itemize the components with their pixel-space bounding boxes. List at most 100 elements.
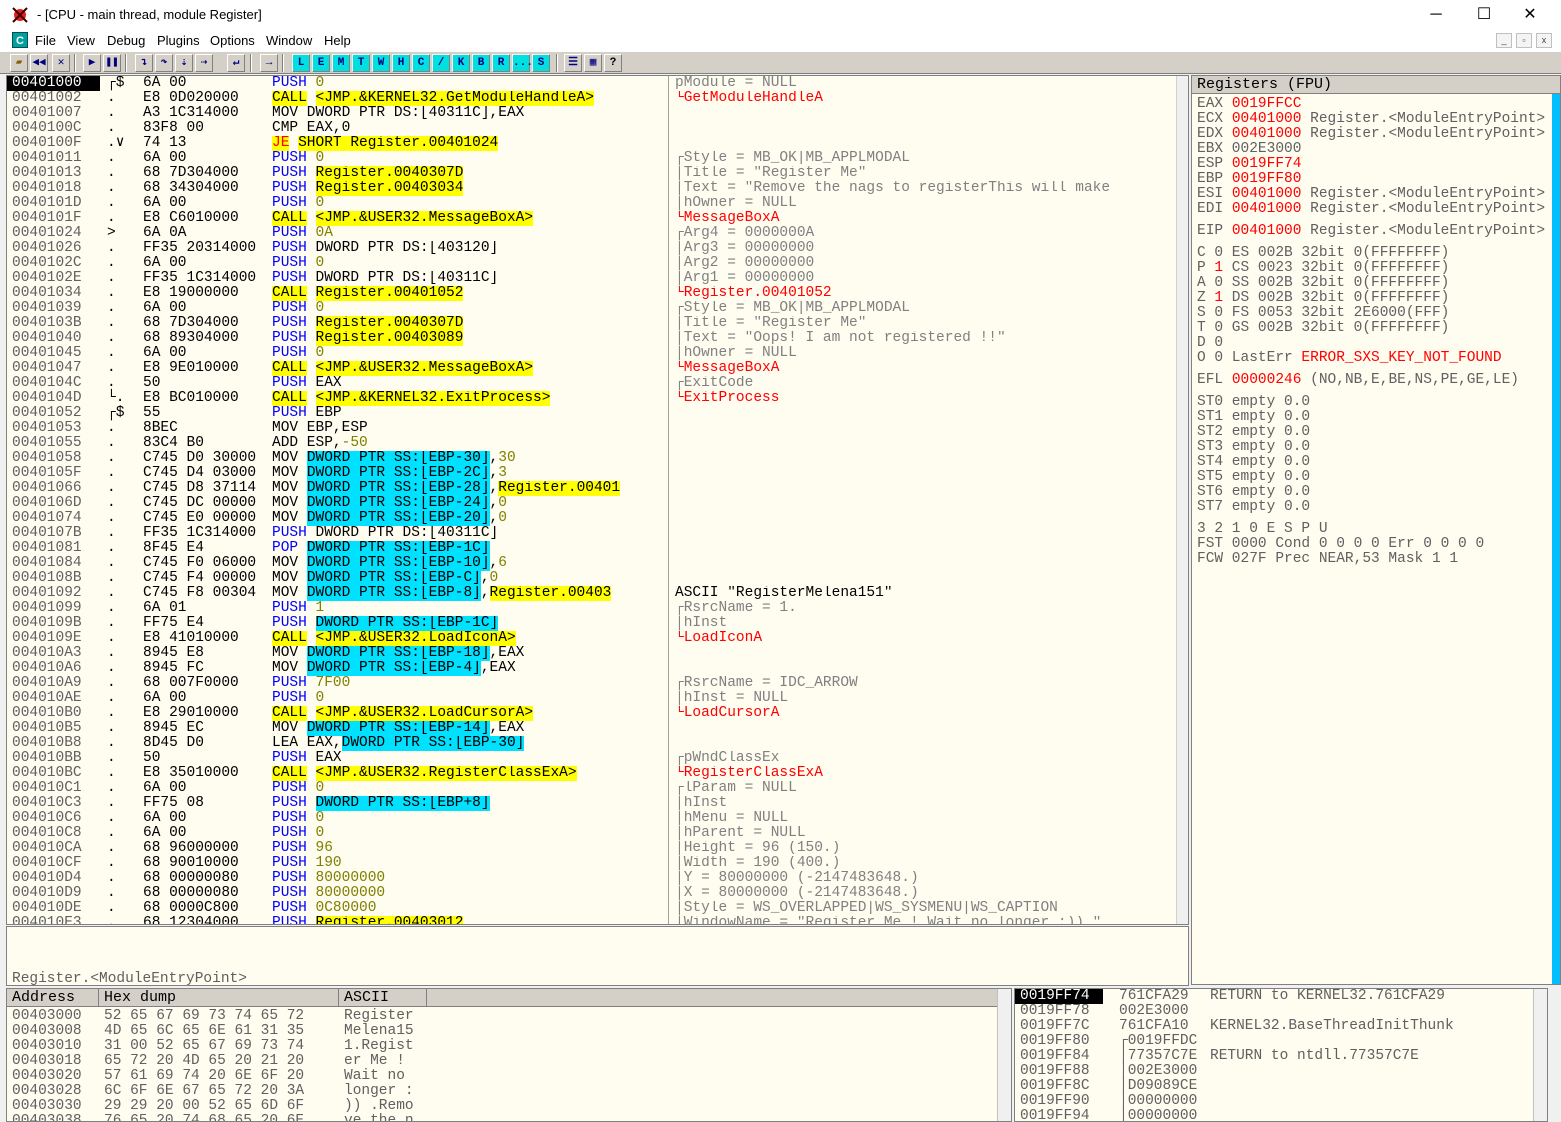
register-line[interactable]: ST1 empty 0.0 — [1197, 410, 1310, 425]
close-debuggee-icon[interactable]: ✕ — [52, 54, 70, 72]
register-line[interactable]: S 0 FS 0053 32bit 2E6000(FFF) — [1197, 306, 1449, 321]
patches-button[interactable]: / — [432, 54, 450, 72]
disasm-row[interactable]: 004010CF. 68 90010000 PUSH 190 │Width = 190… — [7, 856, 1177, 871]
run-trace-button[interactable]: ... — [512, 54, 533, 72]
disasm-row[interactable]: 0040101F. E8 C6010000 CALL <JMP.&USER32.Me… — [7, 211, 1177, 226]
stack-scrollbar[interactable] — [1533, 989, 1547, 1121]
disasm-row[interactable]: 00401039. 6A 00 PUSH 0 ┌Style = MB_OK|MB_AP… — [7, 301, 1177, 316]
disasm-row[interactable]: 004010A3. 8945 E8 MOV DWORD PTR SS:[EBP-18… — [7, 646, 1177, 661]
threads-button[interactable]: T — [352, 54, 370, 72]
disasm-row[interactable]: 0040100C. 83F8 00 CMP EAX,0 — [7, 121, 1177, 136]
step-into-icon[interactable]: ↴ — [135, 54, 153, 72]
register-line[interactable]: T 0 GS 002B 32bit 0(FFFFFFFF) — [1197, 321, 1449, 336]
stack-row[interactable]: 0019FF8C │D09089CE — [1015, 1079, 1545, 1094]
disasm-row[interactable]: 0040105F. C745 D4 03000 MOV DWORD PTR SS:[… — [7, 466, 1177, 481]
maximize-button[interactable]: ☐ — [1461, 2, 1507, 28]
disasm-row[interactable]: 004010D9. 68 00000080 PUSH 80000000 │X = 80… — [7, 886, 1177, 901]
disasm-row[interactable]: 00401007. A3 1C314000 MOV DWORD PTR DS:[40… — [7, 106, 1177, 121]
disasm-row[interactable]: 004010AE. 6A 00 PUSH 0 │hInst = NULL — [7, 691, 1177, 706]
stack-row[interactable]: 0019FF94 │00000000 — [1015, 1109, 1545, 1122]
dump-header-hex[interactable]: Hex dump — [99, 989, 339, 1007]
disasm-row[interactable]: 00401058. C745 D0 30000 MOV DWORD PTR SS:[… — [7, 451, 1177, 466]
disasm-row[interactable]: 004010B5. 8945 EC MOV DWORD PTR SS:[EBP-14… — [7, 721, 1177, 736]
register-line[interactable]: D 0 — [1197, 336, 1223, 351]
disasm-row[interactable]: 00401018. 68 34304000 PUSH Register.004030… — [7, 181, 1177, 196]
open-icon[interactable]: ▰ — [10, 54, 28, 72]
disasm-row[interactable]: 00401024 >6A 0A PUSH 0A ┌Arg4 = 0000000A — [7, 226, 1177, 241]
disasm-row[interactable]: 00401092. C745 F8 00304 MOV DWORD PTR SS:[… — [7, 586, 1177, 601]
menu-file[interactable]: File — [35, 33, 56, 48]
disasm-row[interactable]: 00401040. 68 89304000 PUSH Register.004030… — [7, 331, 1177, 346]
register-line[interactable]: 3 2 1 0 E S P U — [1197, 522, 1328, 537]
register-line[interactable]: EBX 002E3000 — [1197, 142, 1301, 157]
register-line[interactable]: ST7 empty 0.0 — [1197, 500, 1310, 515]
trace-over-icon[interactable]: ⇢ — [195, 54, 213, 72]
disasm-row[interactable]: 00401066. C745 D8 37114 MOV DWORD PTR SS:[… — [7, 481, 1177, 496]
disasm-row[interactable]: 0040102C. 6A 00 PUSH 0 │Arg2 = 00000000 — [7, 256, 1177, 271]
handles-button[interactable]: H — [392, 54, 410, 72]
disasm-row[interactable]: 004010BB. 50 PUSH EAX ┌pWndClassEx — [7, 751, 1177, 766]
register-line[interactable]: EBP 0019FF80 — [1197, 172, 1301, 187]
menu-view[interactable]: View — [67, 33, 95, 48]
dump-scrollbar[interactable] — [997, 989, 1011, 1121]
register-line[interactable]: EDI 00401000 Register.<ModuleEntryPoint> — [1197, 202, 1545, 217]
registers-pane[interactable]: Registers (FPU) EAX 0019FFCC ECX 00401000… — [1191, 75, 1561, 985]
stack-row[interactable]: 0019FF84 │77357C7E RETURN to ntdll.77357C7… — [1015, 1049, 1545, 1064]
mdi-close-button[interactable]: x — [1536, 33, 1552, 48]
disasm-row[interactable]: 004010C3. FF75 08 PUSH DWORD PTR SS:[EBP+8… — [7, 796, 1177, 811]
go-to-icon[interactable]: → — [260, 54, 278, 72]
disasm-row[interactable]: 004010DE. 68 0000C800 PUSH 0C80000 │Style =… — [7, 901, 1177, 916]
registers-scrollbar[interactable] — [1552, 94, 1560, 984]
source-button[interactable]: S — [532, 54, 550, 72]
register-line[interactable]: EFL 00000246 (NO,NB,E,BE,NS,PE,GE,LE) — [1197, 373, 1519, 388]
disasm-row[interactable]: 00401011. 6A 00 PUSH 0 ┌Style = MB_OK|MB_AP… — [7, 151, 1177, 166]
stack-row[interactable]: 0019FF7C 761CFA10 KERNEL32.BaseThreadInitT… — [1015, 1019, 1545, 1034]
mdi-minimize-button[interactable]: _ — [1496, 33, 1512, 48]
help-button[interactable]: ? — [604, 54, 622, 72]
disasm-row[interactable]: 00401081. 8F45 E4 POP DWORD PTR SS:[EBP-1C… — [7, 541, 1177, 556]
stack-row[interactable]: 0019FF78 002E3000 — [1015, 1004, 1545, 1019]
hex-dump-pane[interactable]: Address Hex dump ASCII 00403000 52 65 67 … — [6, 988, 1012, 1122]
stack-row[interactable]: 0019FF80 ┌0019FFDC — [1015, 1034, 1545, 1049]
disasm-row[interactable]: 0040109E. E8 41010000 CALL <JMP.&USER32.Lo… — [7, 631, 1177, 646]
disasm-row[interactable]: 0040101D. 6A 00 PUSH 0 │hOwner = NULL — [7, 196, 1177, 211]
mdi-restore-button[interactable]: ▫ — [1516, 33, 1532, 48]
register-line[interactable]: EDX 00401000 Register.<ModuleEntryPoint> — [1197, 127, 1545, 142]
disasm-row[interactable]: 00401074. C745 E0 00000 MOV DWORD PTR SS:[… — [7, 511, 1177, 526]
disasm-row[interactable]: 004010A9. 68 007F0000 PUSH 7F00 ┌RsrcName =… — [7, 676, 1177, 691]
register-line[interactable]: ECX 00401000 Register.<ModuleEntryPoint> — [1197, 112, 1545, 127]
disasm-row[interactable]: 00401034. E8 19000000 CALL Register.004010… — [7, 286, 1177, 301]
disasm-row[interactable]: 004010C6. 6A 00 PUSH 0 │hMenu = NULL — [7, 811, 1177, 826]
register-line[interactable]: EIP 00401000 Register.<ModuleEntryPoint> — [1197, 224, 1545, 239]
disasm-row[interactable]: 00401045. 6A 00 PUSH 0 │hOwner = NULL — [7, 346, 1177, 361]
disasm-row[interactable]: 0040100F .∨ 74 13 JE SHORT Register.0040102… — [7, 136, 1177, 151]
register-line[interactable]: ST3 empty 0.0 — [1197, 440, 1310, 455]
disasm-row[interactable]: 0040103B. 68 7D304000 PUSH Register.004030… — [7, 316, 1177, 331]
call-stack-button[interactable]: K — [452, 54, 470, 72]
disasm-row[interactable]: 00401055. 83C4 B0 ADD ESP,-50 — [7, 436, 1177, 451]
disasm-row[interactable]: 004010B8. 8D45 D0 LEA EAX,DWORD PTR SS:[EB… — [7, 736, 1177, 751]
register-line[interactable]: ST4 empty 0.0 — [1197, 455, 1310, 470]
execute-till-return-icon[interactable]: ↵ — [227, 54, 245, 72]
windows-button[interactable]: W — [372, 54, 390, 72]
disasm-row[interactable]: 004010C1. 6A 00 PUSH 0 ┌lParam = NULL — [7, 781, 1177, 796]
cpu-button[interactable]: C — [412, 54, 430, 72]
grid-icon[interactable]: ▦ — [584, 54, 602, 72]
register-line[interactable]: P 1 CS 0023 32bit 0(FFFFFFFF) — [1197, 261, 1449, 276]
close-button[interactable]: ✕ — [1507, 2, 1553, 28]
disasm-row[interactable]: 004010E3. 68 12304000 PUSH Register.004030… — [7, 916, 1177, 924]
disasm-row[interactable]: 004010A6. 8945 FC MOV DWORD PTR SS:[EBP-4]… — [7, 661, 1177, 676]
register-line[interactable]: FCW 027F Prec NEAR,53 Mask 1 1 — [1197, 552, 1458, 567]
register-line[interactable]: ST2 empty 0.0 — [1197, 425, 1310, 440]
disassembly-pane[interactable]: 00401000 ┌$ 6A 00 PUSH 0 pModule = NULL 00401… — [6, 75, 1189, 925]
cpu-window-icon[interactable]: C — [12, 32, 28, 48]
step-over-icon[interactable]: ↷ — [155, 54, 173, 72]
executable-modules-button[interactable]: E — [312, 54, 330, 72]
register-line[interactable]: ST0 empty 0.0 — [1197, 395, 1310, 410]
register-line[interactable]: FST 0000 Cond 0 0 0 0 Err 0 0 0 0 — [1197, 537, 1484, 552]
disasm-row[interactable]: 0040102E. FF35 1C314000 PUSH DWORD PTR DS:… — [7, 271, 1177, 286]
minimize-button[interactable]: ─ — [1413, 2, 1459, 28]
disasm-row[interactable]: 0040109B. FF75 E4 PUSH DWORD PTR SS:[EBP-1… — [7, 616, 1177, 631]
memory-map-button[interactable]: M — [332, 54, 350, 72]
trace-into-icon[interactable]: ⇣ — [175, 54, 193, 72]
